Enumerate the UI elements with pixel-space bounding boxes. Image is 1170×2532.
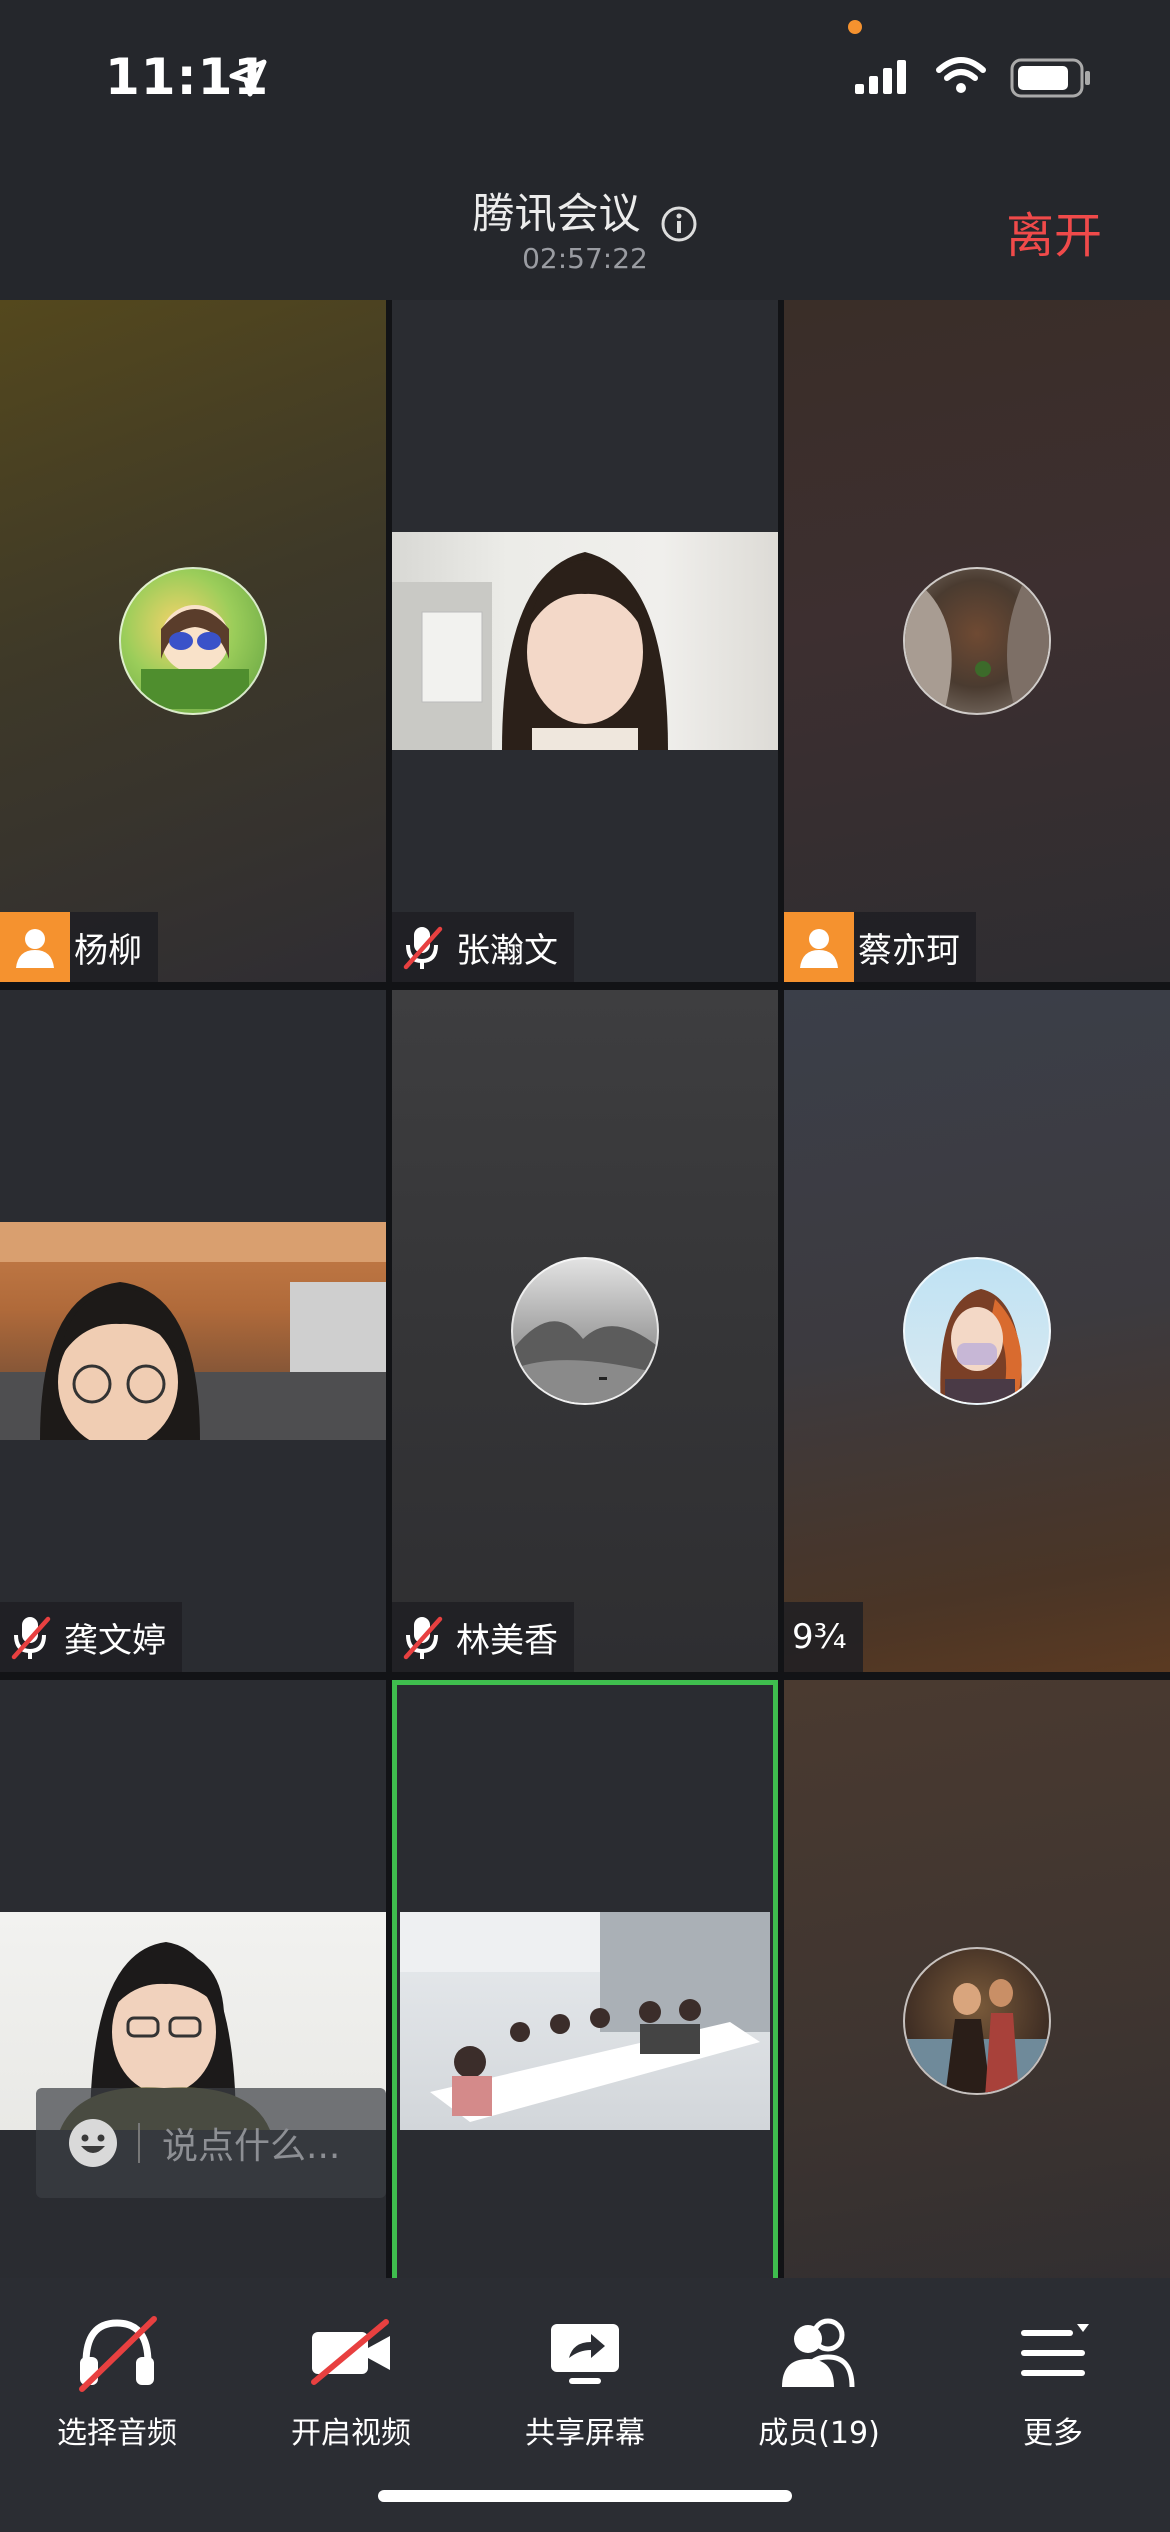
participant-video: [400, 1912, 770, 2130]
participant-name: 林美香: [456, 1620, 558, 1661]
meeting-title-group[interactable]: 腾讯会议: [0, 180, 1170, 243]
participant-tile[interactable]: 杨柳: [0, 300, 386, 982]
participant-tile[interactable]: 林美香: [392, 990, 778, 1672]
person-icon: [784, 912, 854, 982]
members-button[interactable]: 成员(19): [702, 2298, 936, 2452]
share-screen-label: 共享屏幕: [525, 2416, 645, 2451]
participant-tile[interactable]: 张瀚文: [392, 300, 778, 982]
participant-video: [392, 532, 778, 750]
members-icon: [782, 2318, 855, 2388]
mic-muted-icon: [392, 912, 452, 982]
participant-video: [0, 1222, 386, 1440]
status-bar: 11:11: [0, 0, 1170, 150]
person-icon: [0, 912, 70, 982]
participant-name: 9¾: [792, 1617, 847, 1657]
participant-name: 张瀚文: [456, 930, 558, 971]
start-video-label: 开启视频: [291, 2416, 411, 2451]
participant-namebar: 9¾: [784, 1602, 863, 1672]
share-screen-icon: [551, 2324, 619, 2384]
participant-tile-active[interactable]: [392, 1680, 778, 2362]
chat-input[interactable]: 说点什么...: [36, 2088, 386, 2198]
participant-tile[interactable]: 9¾: [784, 990, 1170, 1672]
participant-namebar: 林美香: [392, 1602, 574, 1672]
mic-muted-icon: [0, 1602, 60, 1672]
participant-tile[interactable]: 龚文婷: [0, 990, 386, 1672]
members-label: 成员(19): [758, 2416, 880, 2451]
chat-placeholder: 说点什么...: [162, 2126, 341, 2167]
meeting-duration: 02:57:22: [522, 242, 648, 275]
mic-muted-icon: [392, 1602, 452, 1672]
participant-grid: 杨柳 张瀚文 蔡亦珂 龚文婷 林美香 9¾: [0, 300, 1170, 2362]
participant-name: 龚文婷: [64, 1620, 166, 1661]
select-audio-label: 选择音频: [57, 2416, 177, 2451]
wifi-icon: [936, 57, 986, 93]
select-audio-button[interactable]: 选择音频: [0, 2298, 234, 2452]
participant-avatar: [903, 1947, 1051, 2095]
meeting-title: 腾讯会议: [472, 189, 641, 238]
participant-namebar: 龚文婷: [0, 1602, 182, 1672]
leave-button[interactable]: 离开: [1006, 196, 1102, 266]
more-button[interactable]: 更多: [936, 2298, 1170, 2452]
emoji-icon[interactable]: [66, 2116, 120, 2170]
chat-divider: [138, 2123, 140, 2163]
participant-tile[interactable]: [784, 1680, 1170, 2362]
participant-tile[interactable]: [0, 1680, 386, 2362]
home-indicator[interactable]: [378, 2490, 792, 2502]
camera-off-icon: [311, 2319, 390, 2385]
battery-icon: [1010, 58, 1090, 98]
cellular-signal-icon: [855, 60, 906, 94]
location-arrow-icon: [229, 59, 267, 97]
headset-muted-icon: [79, 2316, 157, 2392]
participant-avatar: [903, 1257, 1051, 1405]
participant-tile[interactable]: 蔡亦珂: [784, 300, 1170, 982]
participant-name: 杨柳: [74, 930, 142, 971]
info-icon[interactable]: [660, 205, 698, 243]
participant-namebar: 张瀚文: [392, 912, 574, 982]
recording-dot: [848, 20, 862, 34]
participant-avatar: [119, 567, 267, 715]
more-label: 更多: [1023, 2416, 1083, 2451]
participant-namebar: 蔡亦珂: [784, 912, 976, 982]
participant-avatar: [903, 567, 1051, 715]
more-menu-icon: [1021, 2324, 1089, 2376]
participant-name: 蔡亦珂: [858, 930, 960, 971]
participant-namebar: 杨柳: [0, 912, 158, 982]
share-screen-button[interactable]: 共享屏幕: [468, 2298, 702, 2452]
start-video-button[interactable]: 开启视频: [234, 2298, 468, 2452]
participant-avatar: [511, 1257, 659, 1405]
meeting-header: 腾讯会议 02:57:22 离开: [0, 150, 1170, 300]
